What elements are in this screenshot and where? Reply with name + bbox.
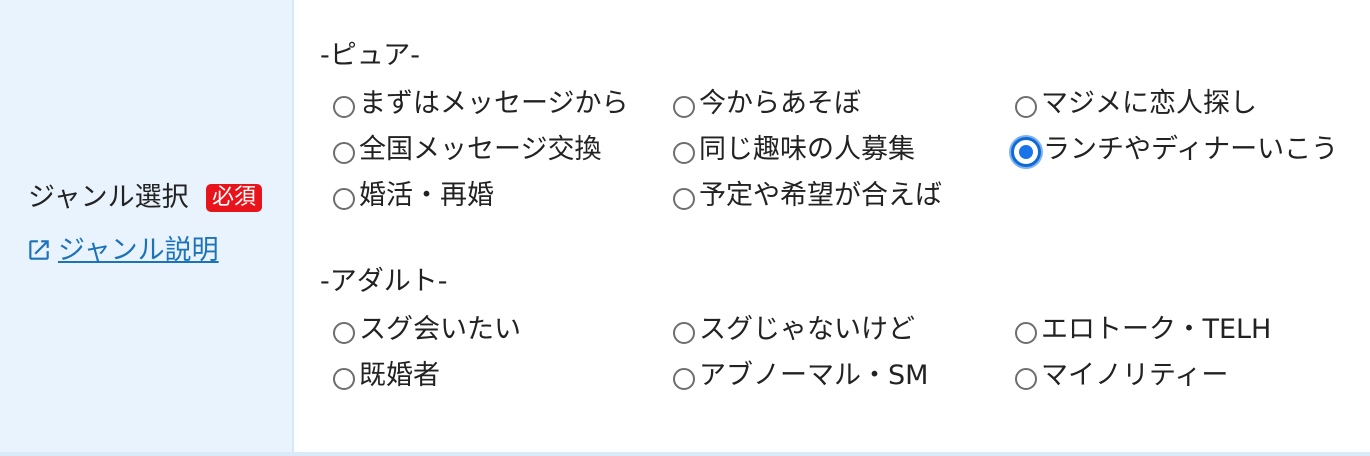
radio-label: マジメに恋人探し [1041,88,1257,119]
radio-option[interactable]: 予定や希望が合えば [673,176,942,216]
radio-option[interactable]: スグじゃないけど [673,310,915,350]
radio-option[interactable]: マジメに恋人探し [1015,84,1257,124]
radio-label: エロトーク・TELH [1041,314,1272,345]
section-heading-adult: -アダルト- [320,266,448,297]
radio-button[interactable] [673,368,695,390]
radio-label: 全国メッセージ交換 [359,134,602,165]
radio-button-checked[interactable] [1011,137,1041,167]
radio-label: マイノリティー [1041,360,1229,391]
radio-option[interactable]: 全国メッセージ交換 [333,130,601,170]
radio-button[interactable] [673,322,695,344]
genre-select-row: ジャンル選択 必須 ジャンル説明 -ピュア- まずはメッセージから 今からあそぼ… [0,0,1370,456]
radio-option[interactable]: エロトーク・TELH [1015,310,1271,350]
external-link-icon [29,240,49,260]
radio-button[interactable] [673,96,695,118]
radio-button[interactable] [333,322,355,344]
radio-option[interactable]: マイノリティー [1015,356,1228,396]
required-badge: 必須 [206,184,263,212]
radio-button[interactable] [1015,368,1037,390]
radio-button[interactable] [673,188,695,210]
radio-option-selected[interactable]: ランチやディナーいこう [1011,130,1338,170]
field-label: ジャンル選択 [28,182,189,213]
row-divider [0,452,1370,456]
radio-button[interactable] [333,188,355,210]
radio-button[interactable] [333,96,355,118]
radio-label: 予定や希望が合えば [699,180,942,211]
radio-label: ランチやディナーいこう [1043,134,1339,165]
radio-label: スグ会いたい [359,314,521,345]
section-heading-pure: -ピュア- [320,40,420,71]
radio-option[interactable]: 婚活・再婚 [333,176,494,216]
radio-option[interactable]: 既婚者 [333,356,440,396]
radio-button[interactable] [333,142,355,164]
radio-label: スグじゃないけど [699,314,915,345]
radio-dot [1017,143,1035,161]
field-label-cell: ジャンル選択 必須 ジャンル説明 [0,0,294,456]
genre-help-link[interactable]: ジャンル説明 [26,232,219,270]
radio-option[interactable]: 今からあそぼ [673,84,861,124]
radio-label: 既婚者 [359,360,440,391]
radio-option[interactable]: まずはメッセージから [333,84,628,124]
radio-label: アブノーマル・SM [699,360,929,391]
help-link-text: ジャンル説明 [58,235,219,266]
radio-button[interactable] [1015,96,1037,118]
radio-button[interactable] [333,368,355,390]
radio-label: まずはメッセージから [359,88,629,119]
radio-button[interactable] [673,142,695,164]
radio-label: 今からあそぼ [699,88,861,119]
radio-button[interactable] [1015,322,1037,344]
radio-label: 婚活・再婚 [359,180,494,211]
radio-option[interactable]: スグ会いたい [333,310,521,350]
radio-option[interactable]: アブノーマル・SM [673,356,928,396]
radio-label: 同じ趣味の人募集 [699,134,915,165]
radio-option[interactable]: 同じ趣味の人募集 [673,130,915,170]
